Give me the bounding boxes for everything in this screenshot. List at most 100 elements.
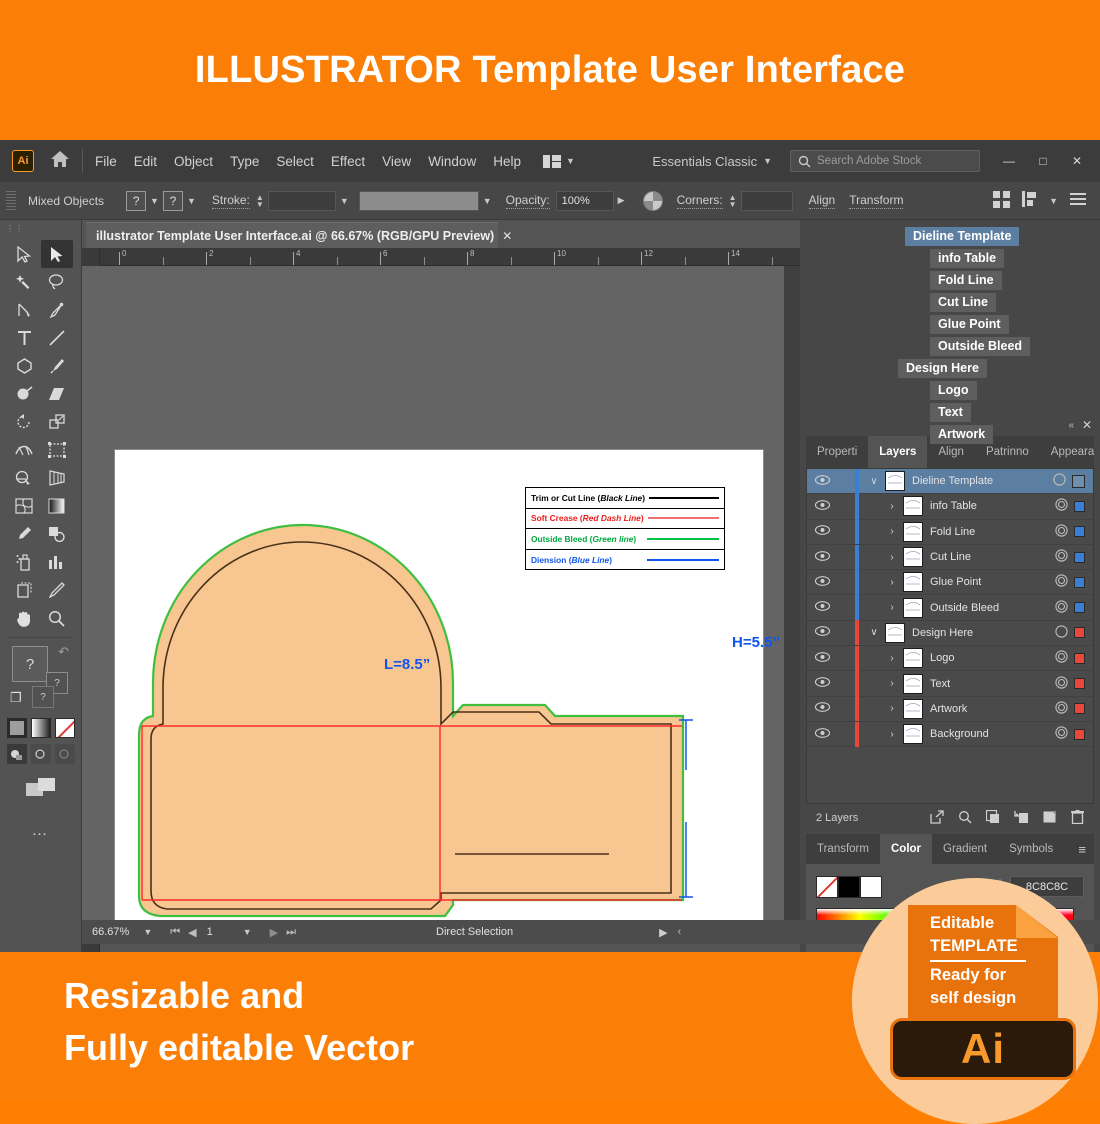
default-fill-stroke-icon[interactable]: ❐ xyxy=(10,690,22,706)
menu-item-object[interactable]: Object xyxy=(174,154,213,169)
corners-stepper[interactable]: ▲ ▼ xyxy=(729,193,737,208)
tool-hand[interactable] xyxy=(8,604,41,632)
toolbox-grip[interactable]: ⋮⋮ xyxy=(0,220,81,234)
stroke-weight-stepper[interactable]: ▲ ▼ xyxy=(256,193,264,208)
tool-eyedropper[interactable] xyxy=(8,520,41,548)
disclosure-triangle-icon[interactable]: › xyxy=(881,501,903,512)
close-icon[interactable]: ✕ xyxy=(502,229,512,243)
chevron-down-icon[interactable]: ▼ xyxy=(183,196,200,206)
control-bar-grip[interactable] xyxy=(6,190,16,211)
none-swatch[interactable] xyxy=(816,876,838,898)
disclosure-triangle-icon[interactable]: ∨ xyxy=(863,476,885,487)
tool-magic-wand[interactable] xyxy=(8,268,41,296)
opacity-field[interactable]: 100% xyxy=(555,190,614,211)
chevron-down-icon[interactable]: ▼ xyxy=(336,196,353,206)
target-indicator-icon[interactable] xyxy=(1055,650,1068,666)
chevron-right-icon[interactable]: ▶ xyxy=(614,195,629,206)
vertical-scrollbar[interactable] xyxy=(784,266,800,920)
menu-item-help[interactable]: Help xyxy=(493,154,521,169)
fill-color-box[interactable]: ? xyxy=(12,646,48,682)
disclosure-triangle-icon[interactable]: › xyxy=(881,729,903,740)
chevron-down-icon[interactable]: ▼ xyxy=(1049,196,1058,206)
target-indicator-icon[interactable] xyxy=(1055,701,1068,717)
eye-icon[interactable] xyxy=(807,575,837,589)
new-layer-icon[interactable] xyxy=(1043,810,1057,827)
layer-row[interactable]: › Logo xyxy=(807,645,1093,672)
opacity-label[interactable]: Opacity: xyxy=(505,193,550,209)
tab-appearance[interactable]: Appeara xyxy=(1040,436,1100,468)
tab-symbols[interactable]: Symbols xyxy=(998,834,1064,864)
stroke-label[interactable]: Stroke: xyxy=(211,193,250,209)
eye-icon[interactable] xyxy=(807,550,837,564)
eye-icon[interactable] xyxy=(807,626,837,639)
layer-row[interactable]: › Outside Bleed xyxy=(807,595,1093,621)
menu-item-file[interactable]: File xyxy=(95,154,117,169)
disclosure-triangle-icon[interactable]: › xyxy=(881,703,903,714)
target-indicator-icon[interactable] xyxy=(1053,473,1066,489)
chevron-down-icon[interactable]: ▼ xyxy=(139,927,156,937)
target-indicator-icon[interactable] xyxy=(1055,599,1068,616)
swap-fill-stroke-icon[interactable]: ↶ xyxy=(58,644,69,660)
layer-row[interactable]: ∨ Design Here xyxy=(807,620,1093,647)
disclosure-triangle-icon[interactable]: › xyxy=(881,552,903,563)
next-artboard-button[interactable]: ▶ xyxy=(270,926,278,939)
tool-shaper[interactable] xyxy=(8,380,41,408)
selection-indicator[interactable] xyxy=(1074,576,1085,588)
tool-slice[interactable] xyxy=(41,576,74,604)
eye-icon[interactable] xyxy=(807,677,837,690)
menu-item-effect[interactable]: Effect xyxy=(331,154,365,169)
arrange-icon[interactable] xyxy=(1022,191,1037,210)
tab-properties[interactable]: Properti xyxy=(806,436,868,468)
disclosure-triangle-icon[interactable]: › xyxy=(881,602,903,613)
target-indicator-icon[interactable] xyxy=(1055,524,1068,540)
selection-indicator[interactable] xyxy=(1074,703,1085,715)
new-sublayer-icon[interactable] xyxy=(1014,810,1029,827)
color-mode-button[interactable] xyxy=(6,718,27,738)
draw-normal-button[interactable] xyxy=(6,744,27,764)
close-button[interactable]: ✕ xyxy=(1064,151,1090,171)
menu-item-edit[interactable]: Edit xyxy=(134,154,157,169)
chevron-down-icon[interactable]: ▼ xyxy=(146,196,163,206)
layer-row[interactable]: ∨ Dieline Template xyxy=(807,469,1093,495)
selection-indicator[interactable] xyxy=(1074,500,1085,512)
disclosure-triangle-icon[interactable]: › xyxy=(881,678,903,689)
swap-fill-stroke-proxy[interactable]: ? xyxy=(32,686,54,708)
tool-pen[interactable] xyxy=(8,296,41,324)
screen-mode-button[interactable] xyxy=(0,778,81,800)
tool-scale[interactable] xyxy=(41,408,74,436)
disclosure-triangle-icon[interactable]: › xyxy=(881,577,903,588)
tool-line-segment[interactable] xyxy=(41,324,74,352)
arrange-documents-button[interactable]: ▼ xyxy=(542,154,575,168)
workspace-switcher[interactable]: Essentials Classic ▼ xyxy=(652,154,772,169)
target-indicator-icon[interactable] xyxy=(1055,625,1068,641)
align-button[interactable]: Align xyxy=(808,193,836,209)
close-panel-icon[interactable]: ✕ xyxy=(1082,418,1092,432)
gradient-mode-button[interactable] xyxy=(30,718,51,738)
layer-row[interactable]: › info Table xyxy=(807,493,1093,520)
target-indicator-icon[interactable] xyxy=(1055,726,1068,742)
target-indicator-icon[interactable] xyxy=(1055,574,1068,590)
eye-icon[interactable] xyxy=(807,601,837,614)
selection-indicator[interactable] xyxy=(1074,728,1085,740)
menu-item-type[interactable]: Type xyxy=(230,154,259,169)
selection-indicator[interactable] xyxy=(1074,627,1085,639)
tab-layers[interactable]: Layers xyxy=(868,436,928,468)
layer-row[interactable]: › Background xyxy=(807,721,1093,748)
status-menu-icon[interactable]: ‹ xyxy=(678,926,682,938)
ruler-horizontal[interactable]: 0246810121416 xyxy=(100,248,800,266)
tool-lasso[interactable] xyxy=(41,268,74,296)
tool-free-transform[interactable] xyxy=(41,436,74,464)
stroke-profile-field[interactable] xyxy=(358,190,479,211)
status-next-icon[interactable]: ▶ xyxy=(659,926,667,939)
last-artboard-button[interactable]: ⏭ xyxy=(286,926,296,939)
selection-indicator[interactable] xyxy=(1074,602,1085,614)
minimize-button[interactable]: — xyxy=(996,151,1022,171)
tool-column-graph[interactable] xyxy=(41,548,74,576)
target-indicator-icon[interactable] xyxy=(1055,549,1068,565)
selection-indicator[interactable] xyxy=(1074,551,1085,563)
panel-menu-icon[interactable]: ≡ xyxy=(1078,842,1086,857)
draw-behind-button[interactable] xyxy=(30,744,51,764)
prev-artboard-button[interactable]: ◀ xyxy=(188,926,196,939)
disclosure-triangle-icon[interactable]: ∨ xyxy=(863,627,885,638)
black-swatch[interactable] xyxy=(838,876,860,898)
